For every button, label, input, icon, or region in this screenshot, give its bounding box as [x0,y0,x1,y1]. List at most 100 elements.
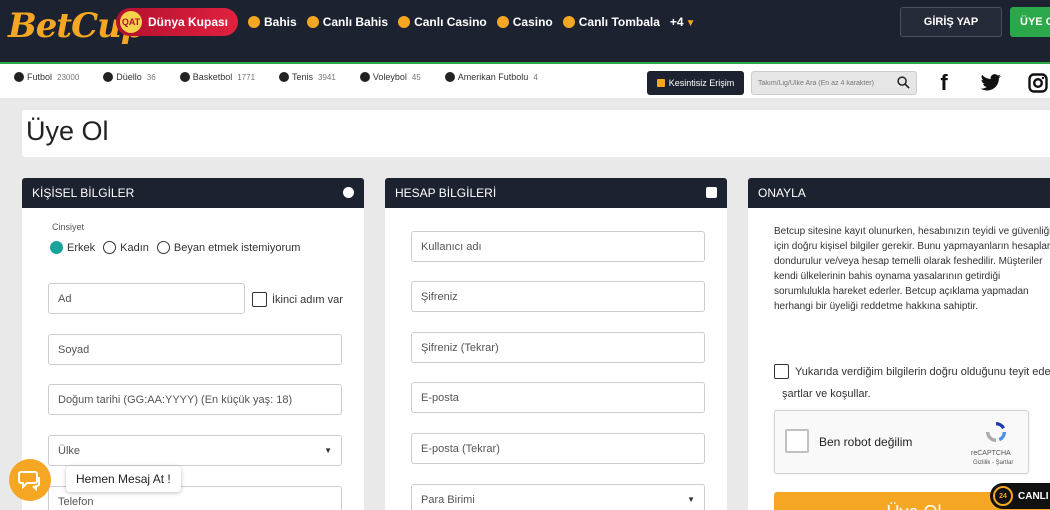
email-repeat-field[interactable]: E-posta (Tekrar) [411,433,705,464]
country-select-value: Ülke [58,444,81,457]
nav-world-cup[interactable]: QAT Dünya Kupası [116,8,239,36]
nav-canli-bahis[interactable]: Canlı Bahis [306,15,389,29]
second-name-label: İkinci adım var [272,294,343,306]
recaptcha-links[interactable]: Gizlilik - Şartlar [973,460,1013,466]
search-input[interactable] [752,72,892,95]
nav-canli-casino[interactable]: Canlı Casino [398,15,487,29]
terms-checkbox[interactable] [774,364,789,379]
nav-label: Bahis [264,15,297,29]
first-name-field[interactable]: Ad [48,283,245,314]
unlimited-access-label: Kesintisiz Erişim [668,78,735,88]
email-field[interactable]: E-posta [411,382,705,413]
dropdown-caret-icon: ▼ [687,495,695,504]
register-button[interactable]: ÜYE OL [1010,7,1050,37]
panel-title: HESAP BİLGİLERİ [395,186,497,200]
radio-unchecked-icon [103,241,117,254]
tombala-icon [562,16,575,28]
sport-label: Tenis [292,72,314,82]
recaptcha-widget: Ben robot değilim reCAPTCHA Gizlilik - Ş… [774,410,1029,474]
sport-count: 1771 [237,72,256,82]
chevron-down-icon: ▼ [685,18,696,29]
nav-casino[interactable]: Casino [496,15,553,29]
chip-icon [398,16,411,28]
user-icon [343,187,354,198]
terms-link[interactable]: şartlar ve koşullar. [782,388,871,400]
sport-futbol[interactable]: Futbol 23000 [14,72,79,82]
sport-tenis[interactable]: Tenis 3941 [279,72,336,82]
unlimited-access-button[interactable]: Kesintisiz Erişim [647,71,744,95]
sport-count: 45 [411,72,421,82]
duel-icon [103,72,114,82]
gender-option-undisclosed[interactable]: Beyan etmek istemiyorum [156,241,300,254]
sport-basketbol[interactable]: Basketbol 1771 [179,72,256,82]
dropdown-caret-icon: ▼ [324,446,332,455]
page-title-card: Üye Ol [22,110,1050,157]
sport-label: Düello [116,72,142,82]
instagram-icon[interactable] [1025,70,1050,96]
last-name-field[interactable]: Soyad [48,334,342,365]
terms-label: Yukarıda verdiğim bilgilerin doğru olduğ… [795,366,1050,378]
search-icon[interactable] [897,76,910,89]
nav-bahis[interactable]: Bahis [248,15,297,29]
currency-select[interactable]: Para Birimi ▼ [411,484,705,510]
recaptcha-checkbox[interactable] [785,429,809,453]
nav-label: Canlı Casino [414,15,487,29]
page-title: Üye Ol [26,116,109,146]
password-repeat-field[interactable]: Şifreniz (Tekrar) [411,332,705,363]
main-nav: QAT Dünya Kupası Bahis Canlı Bahis Canlı… [116,8,695,36]
personal-info-header: KİŞİSEL BİLGİLER [22,178,364,208]
radio-unchecked-icon [156,241,170,254]
currency-select-value: Para Birimi [421,493,475,506]
sports-bar: Futbol 23000 Düello 36 Basketbol 1771 Tenis… [0,62,1050,98]
sport-count: 36 [146,72,156,82]
country-select[interactable]: Ülke ▼ [48,435,342,466]
birthdate-field[interactable]: Doğum tarihi (GG:AA:YYYY) (En küçük yaş:… [48,384,342,415]
stopwatch-icon [306,16,319,28]
gender-label: Cinsiyet [52,222,85,232]
login-button[interactable]: GİRİŞ YAP [900,7,1002,37]
nav-more-label: +4 [669,15,684,29]
radio-label: Kadın [120,241,149,254]
live-support-badge[interactable]: 24 CANLI [990,483,1050,509]
panel-title: ONAYLA [758,186,806,200]
sport-label: Basketbol [192,72,233,82]
chat-button[interactable] [9,459,51,501]
sport-voleybol[interactable]: Voleybol 45 [359,72,421,82]
sport-count: 3941 [318,72,336,82]
sports-list: Futbol 23000 Düello 36 Basketbol 1771 Tenis… [14,72,538,82]
password-field[interactable]: Şifreniz [411,281,705,312]
radio-label: Erkek [67,241,96,254]
nav-world-cup-label: Dünya Kupası [148,15,229,29]
sport-label: Amerikan Futbolu [457,72,529,82]
gender-option-erkek[interactable]: Erkek [50,241,95,254]
nav-label: Canlı Bahis [322,15,389,29]
top-header: BetCup QAT Dünya Kupası Bahis Canlı Bahi… [0,0,1050,62]
twitter-icon[interactable] [978,70,1004,96]
second-name-checkbox[interactable] [252,292,267,307]
search-box [751,71,917,95]
account-info-header: HESAP BİLGİLERİ [385,178,727,208]
sport-amerikan-futbolu[interactable]: Amerikan Futbolu 4 [444,72,538,82]
gender-option-kadin[interactable]: Kadın [103,241,149,254]
volleyball-icon [359,72,370,82]
nav-canli-tombala[interactable]: Canlı Tombala [562,15,660,29]
radio-checked-icon [50,241,63,254]
sport-count: 4 [533,72,538,82]
nav-more[interactable]: +4 ▼ [670,15,696,29]
nav-label: Canlı Tombala [578,15,660,29]
panel-title: KİŞİSEL BİLGİLER [32,186,135,200]
sport-label: Futbol [27,72,53,82]
recaptcha-brand: reCAPTCHA [971,450,1011,457]
gender-radio-group: Erkek Kadın Beyan etmek istemiyorum [50,241,300,254]
clipboard-icon [706,187,717,198]
sport-label: Voleybol [372,72,407,82]
facebook-icon[interactable]: f [931,70,957,96]
username-field[interactable]: Kullanıcı adı [411,231,705,262]
chat-icon [18,471,40,491]
lock-icon [656,79,665,87]
chat-tooltip[interactable]: Hemen Mesaj At ! [66,466,181,492]
sport-duello[interactable]: Düello 36 [103,72,156,82]
nav-label: Casino [512,15,553,29]
world-cup-icon: QAT [120,11,142,33]
live-label: CANLI [1018,490,1049,502]
